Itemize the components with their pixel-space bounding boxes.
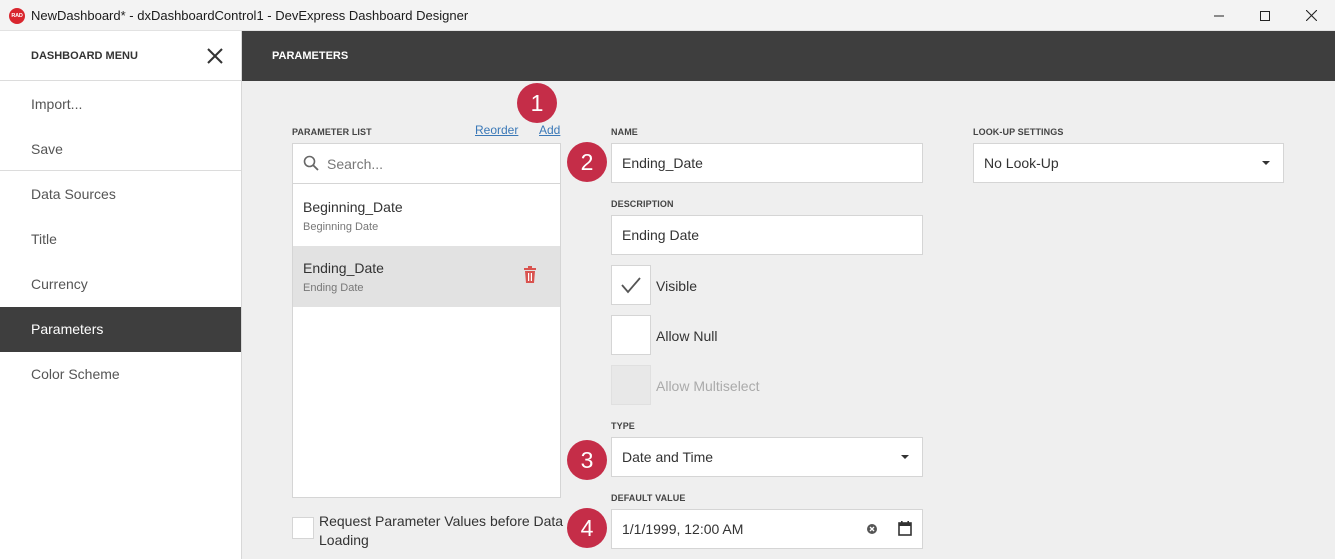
close-icon xyxy=(207,48,223,64)
maximize-icon xyxy=(1260,10,1270,21)
request-values-label: Request Parameter Values before Data Loa… xyxy=(319,513,564,548)
chevron-down-icon xyxy=(901,455,909,459)
name-field[interactable]: Ending_Date xyxy=(611,143,923,183)
add-parameter-link[interactable]: Add xyxy=(539,123,560,137)
parameter-list-label: PARAMETER LIST xyxy=(292,127,372,137)
allow-multiselect-label: Allow Multiselect xyxy=(656,378,760,394)
window-title: NewDashboard* - dxDashboardControl1 - De… xyxy=(31,8,469,23)
lookup-settings-label: LOOK-UP SETTINGS xyxy=(973,127,1064,137)
panel-header: PARAMETERS xyxy=(242,31,1335,81)
close-icon xyxy=(1305,10,1317,21)
search-box xyxy=(293,144,560,184)
type-value: Date and Time xyxy=(622,449,714,465)
parameter-list: Beginning_Date Beginning Date Ending_Dat… xyxy=(292,143,561,498)
menu-item-parameters[interactable]: Parameters xyxy=(0,307,241,352)
checkmark-icon xyxy=(621,277,641,294)
callout-badge-3: 3 xyxy=(567,440,607,480)
default-value-label: DEFAULT VALUE xyxy=(611,493,686,503)
dashboard-menu: DASHBOARD MENU Import... Save Data Sourc… xyxy=(0,31,242,559)
type-label: TYPE xyxy=(611,421,635,431)
menu-item-title[interactable]: Title xyxy=(0,217,241,262)
parameter-description: Beginning Date xyxy=(303,221,379,233)
maximize-button[interactable] xyxy=(1242,0,1288,31)
search-icon xyxy=(303,155,319,171)
menu-item-color-scheme[interactable]: Color Scheme xyxy=(0,352,241,397)
menu-item-currency[interactable]: Currency xyxy=(0,262,241,307)
panel-title: PARAMETERS xyxy=(272,50,349,62)
callout-badge-4: 4 xyxy=(567,508,607,548)
app-logo-icon: RAD xyxy=(9,8,25,24)
window-close-button[interactable] xyxy=(1288,0,1334,31)
reorder-link[interactable]: Reorder xyxy=(475,123,518,137)
search-input[interactable] xyxy=(327,154,547,174)
callout-badge-1: 1 xyxy=(517,83,557,123)
menu-item-data-sources[interactable]: Data Sources xyxy=(0,172,241,217)
trash-icon[interactable] xyxy=(522,266,538,283)
name-value: Ending_Date xyxy=(622,155,703,171)
parameter-item-beginning-date[interactable]: Beginning_Date Beginning Date xyxy=(293,185,560,246)
menu-item-import[interactable]: Import... xyxy=(0,82,241,127)
name-label: NAME xyxy=(611,127,638,137)
parameter-name: Ending_Date xyxy=(303,260,384,276)
allow-null-label: Allow Null xyxy=(656,328,718,344)
menu-close-button[interactable] xyxy=(205,46,225,66)
menu-item-save[interactable]: Save xyxy=(0,127,241,172)
parameter-name: Beginning_Date xyxy=(303,199,403,215)
lookup-settings-value: No Look-Up xyxy=(984,155,1059,171)
description-label: DESCRIPTION xyxy=(611,199,674,209)
chevron-down-icon xyxy=(1262,161,1270,165)
minimize-button[interactable] xyxy=(1196,0,1242,31)
callout-badge-2: 2 xyxy=(567,142,607,182)
lookup-settings-select[interactable]: No Look-Up xyxy=(973,143,1284,183)
default-value-field[interactable]: 1/1/1999, 12:00 AM xyxy=(611,509,923,549)
allow-multiselect-checkbox xyxy=(611,365,651,405)
title-bar: RAD NewDashboard* - dxDashboardControl1 … xyxy=(0,0,1335,31)
request-values-checkbox[interactable] xyxy=(292,517,314,539)
calendar-icon[interactable] xyxy=(898,521,912,536)
parameter-description: Ending Date xyxy=(303,282,364,294)
minimize-icon xyxy=(1214,15,1224,16)
allow-null-checkbox[interactable] xyxy=(611,315,651,355)
default-value: 1/1/1999, 12:00 AM xyxy=(622,521,744,537)
visible-checkbox[interactable] xyxy=(611,265,651,305)
menu-title: DASHBOARD MENU xyxy=(31,50,138,62)
clear-icon[interactable] xyxy=(867,524,877,534)
parameters-panel: PARAMETERS PARAMETER LIST Reorder Add Be… xyxy=(242,31,1335,559)
visible-label: Visible xyxy=(656,278,697,294)
parameter-item-ending-date[interactable]: Ending_Date Ending Date xyxy=(293,246,560,307)
description-field[interactable]: Ending Date xyxy=(611,215,923,255)
menu-divider xyxy=(0,170,241,171)
description-value: Ending Date xyxy=(622,227,700,243)
menu-header: DASHBOARD MENU xyxy=(0,31,241,81)
type-select[interactable]: Date and Time xyxy=(611,437,923,477)
